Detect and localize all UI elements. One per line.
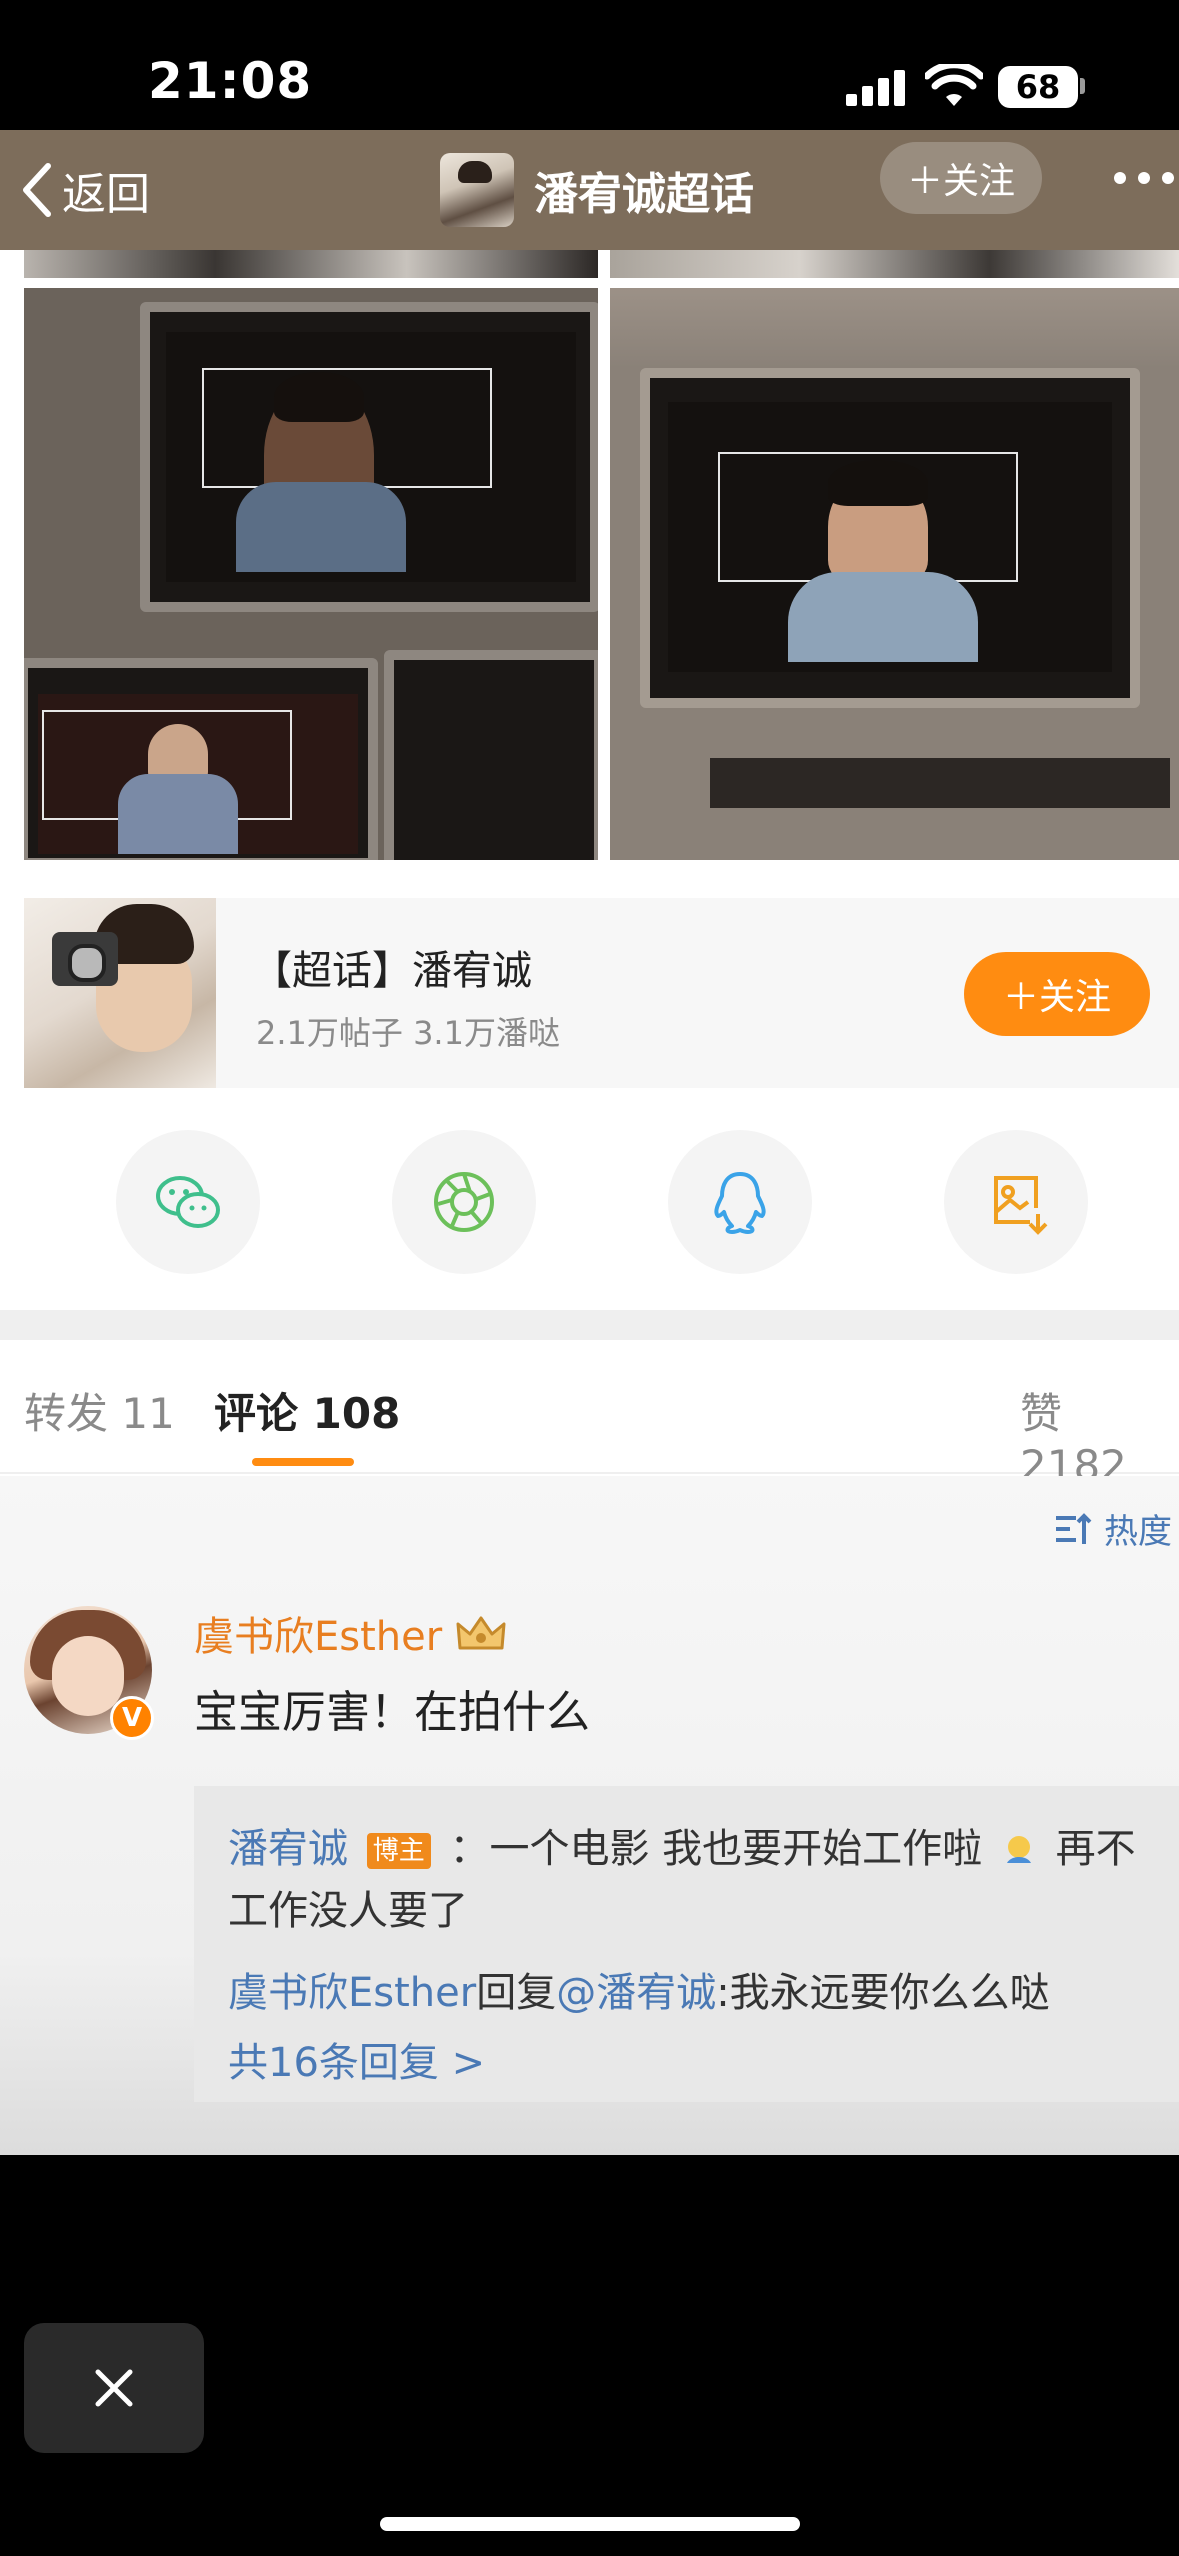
post-content: 【超话】潘宥诚 2.1万帖子 3.1万潘哒 ＋关注 转发 11 评论 108 赞… (0, 250, 1179, 2155)
reply-text-part-a: ：一个电影 我也要开始工作啦 (449, 1826, 983, 1872)
viewer-bottom-bar (0, 2155, 1179, 2556)
share-wechat-button[interactable] (116, 1130, 260, 1274)
comment-author[interactable]: 虞书欣Esther (194, 1604, 508, 1662)
wall-top (610, 288, 1179, 368)
active-tab-indicator (252, 1458, 354, 1466)
actor-jacket (236, 482, 406, 572)
sort-toggle[interactable]: 热度 (1054, 1504, 1172, 1553)
sort-icon (1056, 1512, 1092, 1544)
comment-text: 宝宝厉害！在拍什么 (194, 1687, 590, 1738)
verified-badge-icon: V (110, 1696, 154, 1740)
share-row (0, 1130, 1179, 1280)
more-replies-link[interactable]: 共16条回复 > (228, 2030, 485, 2088)
nav-title[interactable]: 潘宥诚超话 (440, 150, 754, 230)
tab-comments[interactable]: 评论 108 (214, 1380, 400, 1441)
reply-line-1: 潘宥诚 博主 ：一个电影 我也要开始工作啦 再不 (228, 1816, 1136, 1874)
share-qq-button[interactable] (668, 1130, 812, 1274)
nav-follow-button[interactable]: ＋关注 (880, 142, 1042, 214)
monitor-frame (140, 302, 598, 612)
photo-strip-left[interactable] (24, 250, 598, 278)
monitor-screen-lower (38, 694, 358, 854)
monitor-frame-right (640, 368, 1140, 708)
section-divider (0, 1310, 1179, 1340)
super-topic-title: 【超话】潘宥诚 (252, 948, 532, 994)
monitor-screen (166, 332, 576, 582)
super-topic-stats: 2.1万帖子 3.1万潘哒 (256, 1014, 560, 1052)
monitor-screen-right (668, 402, 1112, 672)
close-button[interactable] (24, 2323, 204, 2453)
actor-hair (274, 372, 364, 422)
reply-text-2: :我永远要你么么哒 (716, 1970, 1050, 2016)
tab-repost[interactable]: 转发 11 (24, 1380, 175, 1441)
cellular-signal-icon (846, 70, 906, 106)
reply-line-2: 虞书欣Esther回复@潘宥诚:我永远要你么么哒 (228, 1960, 1050, 2018)
photo-strip-right[interactable] (610, 250, 1179, 278)
home-indicator[interactable] (380, 2517, 800, 2531)
qq-icon (714, 1172, 766, 1234)
super-topic-follow-button[interactable]: ＋关注 (964, 952, 1150, 1036)
more-icon[interactable] (1114, 172, 1178, 186)
nav-bar: 返回 潘宥诚超话 ＋关注 (0, 130, 1179, 250)
photo-monitor-left[interactable] (24, 288, 598, 860)
nav-title-text: 潘宥诚超话 (534, 169, 754, 220)
comment-meta-row (194, 2138, 1179, 2155)
status-time: 21:08 (148, 52, 313, 110)
sort-label: 热度 (1104, 1512, 1172, 1552)
moments-icon (434, 1172, 494, 1232)
actor-jacket-right (788, 572, 978, 662)
interaction-tabs: 转发 11 评论 108 赞 2182 (0, 1340, 1179, 1490)
super-topic-card[interactable]: 【超话】潘宥诚 2.1万帖子 3.1万潘哒 ＋关注 (24, 898, 1179, 1088)
share-moments-button[interactable] (392, 1130, 536, 1274)
wechat-icon (156, 1176, 220, 1228)
actor-hair-right (828, 460, 928, 506)
comment-author-name: 虞书欣Esther (194, 1614, 443, 1660)
battery-indicator: 68 (998, 66, 1078, 108)
tab-likes[interactable]: 赞 2182 (1020, 1380, 1179, 1490)
reply-author[interactable]: 潘宥诚 (228, 1826, 348, 1872)
reply-author-2[interactable]: 虞书欣Esther (228, 1970, 476, 2016)
chevron-left-icon (23, 163, 51, 217)
topic-avatar (440, 153, 514, 227)
blogger-tag: 博主 (366, 1833, 431, 1869)
reply-mention[interactable]: @潘宥诚 (556, 1970, 716, 2016)
status-bar: 21:08 68 (0, 0, 1179, 130)
monitor-frame-side (384, 650, 598, 860)
photo-monitor-right[interactable] (610, 288, 1179, 860)
comments-section: 热度 V 虞书欣Esther 宝宝厉害！在拍什么 潘宥诚 博主 ：一个电影 我也… (0, 1476, 1179, 2155)
screen: 21:08 68 返回 潘宥诚超话 ＋关注 【超话】潘宥诚 2.1万帖子 3.1… (0, 0, 1179, 2556)
super-topic-thumbnail (24, 898, 216, 1088)
save-image-button[interactable] (944, 1130, 1088, 1274)
save-image-icon (994, 1176, 1048, 1235)
close-icon (95, 2369, 133, 2407)
back-label: 返回 (62, 169, 150, 220)
monitor-stand (710, 758, 1170, 808)
emoji-icon (1006, 1836, 1031, 1863)
actor-jacket-lower (118, 774, 238, 854)
wifi-icon (925, 64, 983, 106)
reply-line-1-cont: 工作没人要了 (228, 1888, 468, 1934)
monitor-frame-lower (24, 658, 378, 860)
crown-badge-icon (456, 1616, 506, 1650)
reply-verb: 回复 (476, 1970, 557, 2016)
reply-text-part-b: 再不 (1055, 1826, 1136, 1872)
reply-thread[interactable]: 潘宥诚 博主 ：一个电影 我也要开始工作啦 再不 工作没人要了 虞书欣Esthe… (194, 1786, 1179, 2102)
battery-tip (1080, 78, 1085, 94)
back-button[interactable]: 返回 (20, 152, 150, 228)
